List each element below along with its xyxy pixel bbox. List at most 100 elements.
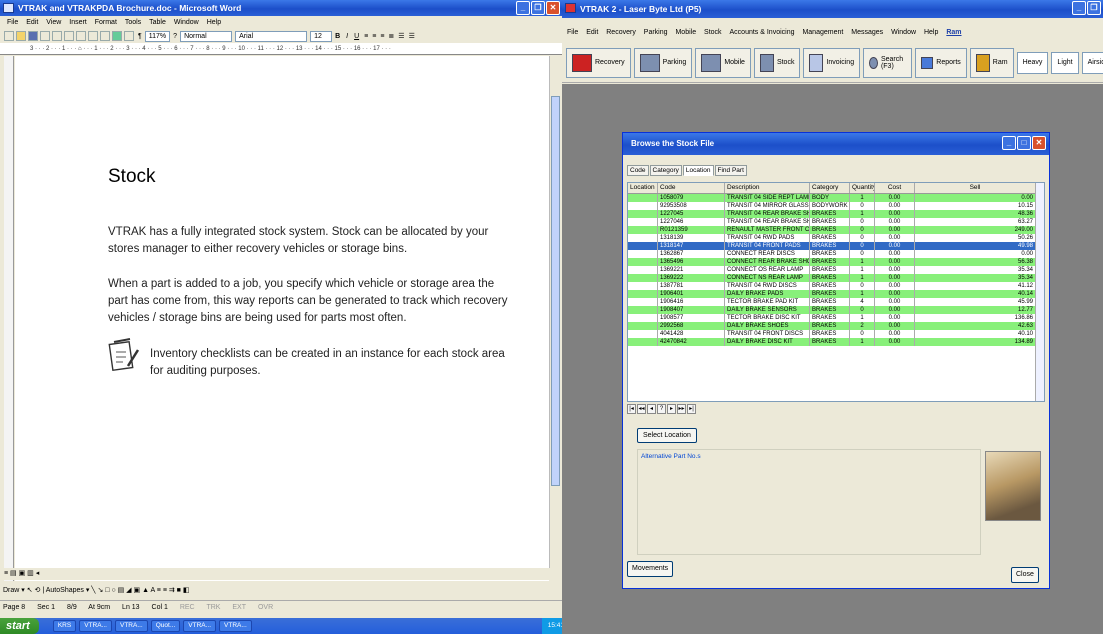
table-row[interactable]: 92953508 TRANSIT 04 MIRROR GLASS BODYWORK 0… bbox=[628, 202, 1044, 210]
zoom-select[interactable]: 117% bbox=[144, 30, 171, 42]
vertical-ruler[interactable] bbox=[4, 56, 14, 581]
reports-button[interactable]: Reports bbox=[915, 47, 967, 78]
vtrak-minimize-button[interactable]: _ bbox=[1072, 1, 1086, 15]
menu-file[interactable]: File bbox=[7, 19, 18, 26]
vtrak-menu-edit[interactable]: Edit bbox=[586, 29, 598, 36]
light-button[interactable]: Light bbox=[1051, 51, 1079, 74]
paste-icon[interactable] bbox=[76, 31, 86, 41]
nav-prev-icon[interactable]: ◂ bbox=[647, 404, 656, 414]
close-dialog-button[interactable]: Close bbox=[1011, 567, 1039, 583]
justify-icon[interactable]: ≣ bbox=[388, 32, 394, 40]
col-location[interactable]: Location bbox=[628, 183, 658, 193]
col-code[interactable]: Code bbox=[658, 183, 725, 193]
underline-icon[interactable]: U bbox=[354, 33, 359, 40]
vtrak-menu-recovery[interactable]: Recovery bbox=[606, 29, 636, 36]
table-row[interactable]: 42470842 DAILY BRAKE DISC KIT BRAKES 1 0.00 1… bbox=[628, 338, 1044, 346]
table-row[interactable]: 1318139 TRANSIT 04 RWD PADS BRAKES 0 0.00 50.… bbox=[628, 234, 1044, 242]
heavy-button[interactable]: Heavy bbox=[1016, 51, 1049, 74]
movements-button[interactable]: Movements bbox=[627, 561, 674, 577]
taskbar-item[interactable]: Quot... bbox=[150, 620, 181, 632]
copy-icon[interactable] bbox=[64, 31, 74, 41]
vtrak-menu-ram[interactable]: Ram bbox=[946, 29, 961, 36]
bold-icon[interactable]: B bbox=[335, 33, 340, 40]
table-row[interactable]: 1369222 CONNECT NS REAR LAMP BRAKES 1 0.00 35… bbox=[628, 274, 1044, 282]
parking-button[interactable]: Parking bbox=[633, 47, 693, 78]
new-doc-icon[interactable] bbox=[4, 31, 14, 41]
menu-insert[interactable]: Insert bbox=[69, 19, 87, 26]
vtrak-menu-stock[interactable]: Stock bbox=[704, 29, 722, 36]
horizontal-ruler[interactable]: 3 · · · 2 · · · 1 · · · ⌂ · · · 1 · · · … bbox=[0, 43, 562, 55]
vtrak-menu-help[interactable]: Help bbox=[924, 29, 938, 36]
redo-icon[interactable] bbox=[100, 31, 110, 41]
menu-help[interactable]: Help bbox=[207, 19, 221, 26]
vtrak-restore-button[interactable]: ❐ bbox=[1087, 1, 1101, 15]
menu-window[interactable]: Window bbox=[174, 19, 199, 26]
open-icon[interactable] bbox=[16, 31, 26, 41]
vtrak-menu-accounts[interactable]: Accounts & Invoicing bbox=[730, 29, 795, 36]
col-cost[interactable]: Cost bbox=[875, 183, 915, 193]
menu-format[interactable]: Format bbox=[95, 19, 117, 26]
dialog-maximize-button[interactable]: □ bbox=[1017, 136, 1031, 150]
select-location-button[interactable]: Select Location bbox=[637, 428, 697, 443]
align-left-icon[interactable]: ≡ bbox=[364, 33, 368, 40]
airside-button[interactable]: Airside bbox=[1081, 51, 1103, 74]
menu-edit[interactable]: Edit bbox=[26, 19, 38, 26]
italic-icon[interactable]: I bbox=[346, 33, 348, 40]
tab-location[interactable]: Location bbox=[682, 165, 714, 176]
nav-first-icon[interactable]: |◂ bbox=[627, 404, 636, 414]
vtrak-menu-parking[interactable]: Parking bbox=[644, 29, 668, 36]
menu-tools[interactable]: Tools bbox=[125, 19, 141, 26]
minimize-button[interactable]: _ bbox=[516, 1, 530, 15]
restore-button[interactable]: ❐ bbox=[531, 1, 545, 15]
search-button[interactable]: Search (F3) bbox=[863, 47, 913, 78]
vtrak-menu-file[interactable]: File bbox=[567, 29, 578, 36]
save-icon[interactable] bbox=[28, 31, 38, 41]
scroll-thumb[interactable] bbox=[551, 96, 560, 486]
vtrak-menu-management[interactable]: Management bbox=[802, 29, 843, 36]
table-row[interactable]: 1227045TRANSIT 04 REAR BRAKE SHOES 10cBR… bbox=[628, 210, 1044, 218]
table-row[interactable]: 1908407 DAILY BRAKE SENSORS BRAKES 0 0.00 12.… bbox=[628, 306, 1044, 314]
stock-grid[interactable]: Location Code Description Category Quant… bbox=[627, 182, 1045, 402]
table-row[interactable]: 4041428 TRANSIT 04 FRONT DISCS BRAKES 0 0.00… bbox=[628, 330, 1044, 338]
align-right-icon[interactable]: ≡ bbox=[380, 33, 384, 40]
table-row[interactable]: 1906401 DAILY BRAKE PADS BRAKES 1 0.00 40.14 bbox=[628, 290, 1044, 298]
print-icon[interactable] bbox=[40, 31, 50, 41]
taskbar-item[interactable]: KRS bbox=[52, 620, 77, 632]
table-icon[interactable] bbox=[124, 31, 134, 41]
taskbar-item[interactable]: VTRA... bbox=[79, 620, 112, 632]
tab-find-part[interactable]: Find Part bbox=[714, 165, 747, 176]
nav-help-icon[interactable]: ? bbox=[657, 404, 666, 414]
table-row[interactable]: 1362867 CONNECT REAR DISCS BRAKES 0 0.00 0.00 bbox=[628, 250, 1044, 258]
menu-view[interactable]: View bbox=[46, 19, 61, 26]
ram-button[interactable]: Ram bbox=[969, 47, 1014, 78]
table-row[interactable]: 1058079 TRANSIT 04 SIDE REPT LAMP BODY 1 0.0… bbox=[628, 194, 1044, 202]
table-row[interactable]: 1227046TRANSIT 04 REAR BRAKE SHOES 11cBR… bbox=[628, 218, 1044, 226]
table-row[interactable]: 1365496CONNECT REAR BRAKE SHOESBRAKES10.… bbox=[628, 258, 1044, 266]
col-category[interactable]: Category bbox=[810, 183, 850, 193]
close-button[interactable]: ✕ bbox=[546, 1, 560, 15]
table-row[interactable]: 1906416 TECTOR BRAKE PAD KIT BRAKES 4 0.00 45… bbox=[628, 298, 1044, 306]
menu-table[interactable]: Table bbox=[149, 19, 166, 26]
hyperlink-icon[interactable] bbox=[112, 31, 122, 41]
mobile-button[interactable]: Mobile bbox=[695, 47, 751, 78]
invoicing-button[interactable]: Invoicing bbox=[803, 47, 861, 78]
col-sell[interactable]: Sell bbox=[915, 183, 1036, 193]
taskbar-item[interactable]: VTRA... bbox=[114, 620, 148, 632]
preview-icon[interactable] bbox=[52, 31, 62, 41]
grid-vertical-scrollbar[interactable] bbox=[1035, 183, 1044, 401]
recovery-button[interactable]: Recovery bbox=[566, 47, 631, 78]
nav-next-icon[interactable]: ▸ bbox=[667, 404, 676, 414]
taskbar-item[interactable]: VTRA... bbox=[183, 620, 217, 632]
table-row[interactable]: R0121359RENAULT MASTER FRONT CALIPERBRAK… bbox=[628, 226, 1044, 234]
table-row[interactable]: 1369221 CONNECT OS REAR LAMP BRAKES 1 0.00 35… bbox=[628, 266, 1044, 274]
start-button[interactable]: start bbox=[0, 618, 39, 634]
vtrak-menu-messages[interactable]: Messages bbox=[851, 29, 883, 36]
pilcrow-icon[interactable]: ¶ bbox=[138, 33, 142, 40]
nav-next-page-icon[interactable]: ▸▸ bbox=[677, 404, 686, 414]
vtrak-menu-mobile[interactable]: Mobile bbox=[675, 29, 696, 36]
dialog-minimize-button[interactable]: _ bbox=[1002, 136, 1016, 150]
vtrak-menu-window[interactable]: Window bbox=[891, 29, 916, 36]
view-buttons[interactable]: ≡ ▤ ▣ ▥ ◂ bbox=[4, 568, 549, 580]
taskbar-item[interactable]: VTRA... bbox=[219, 620, 252, 632]
bullets-icon[interactable]: ☰ bbox=[409, 32, 415, 40]
